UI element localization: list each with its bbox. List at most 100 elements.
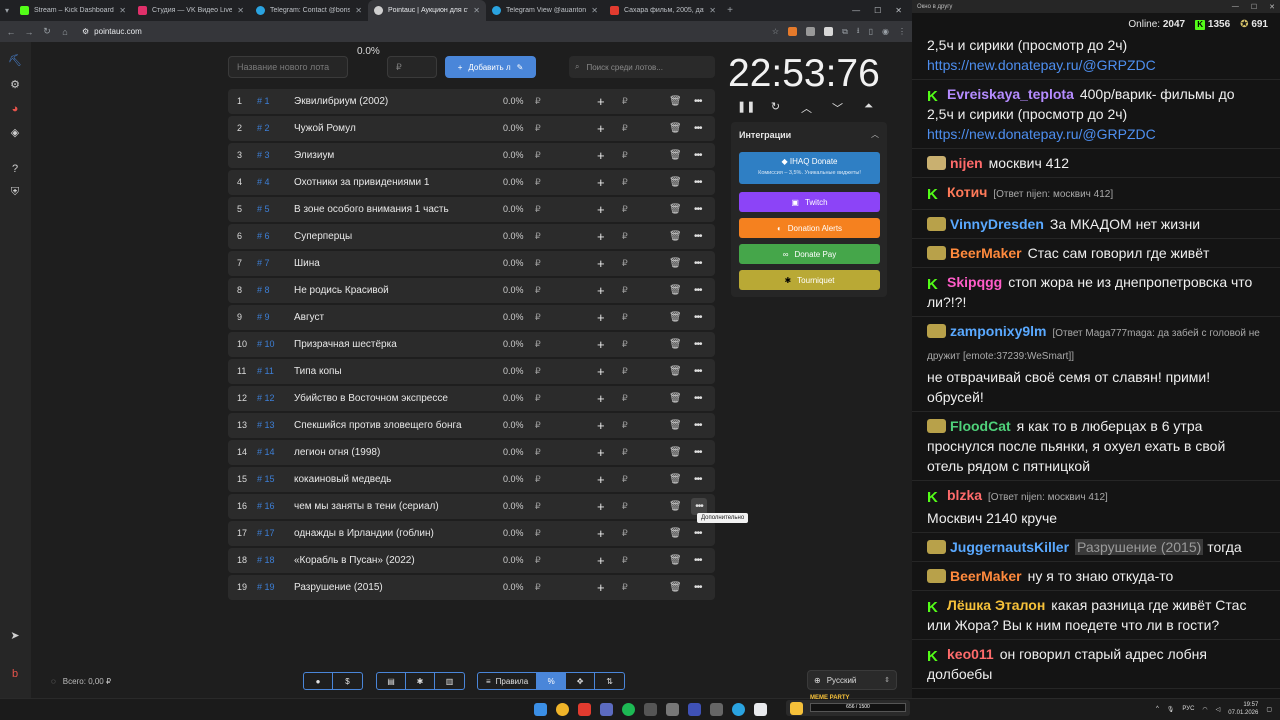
lot-add-amount-input[interactable]: ₽ [622,278,628,303]
lot-amount[interactable]: ₽ [535,332,541,357]
delete-icon[interactable]: 🗑 [669,413,682,438]
maximize-icon[interactable]: ☐ [874,6,881,15]
lot-row[interactable]: 5 # 5 В зоне особого внимания 1 часть 0.0% ₽… [228,197,715,222]
lot-name[interactable]: Убийство в Восточном экспрессе [294,386,448,411]
delete-icon[interactable]: 🗑 [669,332,682,357]
lot-row[interactable]: 17 # 17 однажды в Ирландии (гоблин) 0.0% ₽ + ₽… [228,521,715,546]
lot-id-link[interactable]: # 12 [257,386,275,411]
rules-button[interactable]: ≡ Правила [478,673,538,689]
extension-icon[interactable] [788,27,798,36]
add-amount-icon[interactable]: + [597,197,605,222]
chat-username[interactable]: FloodCat [950,418,1011,434]
lot-name[interactable]: Типа копы [294,359,342,384]
lot-search-input[interactable]: ⌕ Поиск среди лотов... [569,56,715,78]
lot-row[interactable]: 2 # 2 Чужой Ромул 0.0% ₽ + ₽ 🗑 ••• [228,116,715,141]
lot-id-link[interactable]: # 8 [257,278,270,303]
add-amount-icon[interactable]: + [597,386,605,411]
chat-username[interactable]: Котич [947,184,987,200]
lot-name[interactable]: Чужой Ромул [294,116,356,141]
lot-add-amount-input[interactable]: ₽ [622,170,628,195]
download-icon[interactable]: ⭳ [857,25,860,39]
delete-icon[interactable]: 🗑 [669,251,682,276]
lot-id-link[interactable]: # 2 [257,116,270,141]
more-icon[interactable]: ••• [694,197,702,222]
boosty-icon[interactable]: b [8,667,22,681]
add-amount-icon[interactable]: + [597,440,605,465]
tab-kick[interactable]: Stream – Kick Dashboard ✕ [14,0,132,21]
more-icon[interactable]: ••• [694,116,702,141]
add-amount-icon[interactable]: + [597,467,605,492]
chat-username[interactable]: Лёшка Эталон [947,597,1045,613]
lot-name[interactable]: однажды в Ирландии (гоблин) [294,521,434,546]
notifications-icon[interactable]: ▢ [1266,706,1272,713]
chevron-up-icon[interactable]: ︿ [871,129,879,140]
add-amount-icon[interactable]: + [597,575,605,600]
lot-name[interactable]: Элизиум [294,143,334,168]
decrease-time-icon[interactable]: ﹀ [830,100,845,116]
lot-add-amount-input[interactable]: ₽ [622,575,628,600]
lot-id-link[interactable]: # 17 [257,521,275,546]
lot-add-amount-input[interactable]: ₽ [622,332,628,357]
add-amount-icon[interactable]: + [597,548,605,573]
lot-add-amount-input[interactable]: ₽ [622,89,628,114]
add-amount-icon[interactable]: + [597,359,605,384]
lot-amount[interactable]: ₽ [535,386,541,411]
delete-icon[interactable]: 🗑 [669,440,682,465]
chat-username[interactable]: BeerMaker [950,245,1022,261]
minimize-icon[interactable]: — [1232,3,1239,11]
tab-search-icon[interactable]: ▾ [0,6,14,15]
lot-row[interactable]: 18 # 18 «Корабль в Пусан» (2022) 0.0% ₽ + ₽ 🗑 ••… [228,548,715,573]
app-icon[interactable] [710,703,723,716]
clear-button[interactable]: ▥ [435,673,464,689]
close-icon[interactable]: ✕ [355,6,362,15]
donate-pay-button[interactable]: ∞ Donate Pay [739,244,880,264]
lot-amount[interactable]: ₽ [535,143,541,168]
add-lot-button[interactable]: + Добавить л ✎ [445,56,536,78]
delete-icon[interactable]: 🗑 [669,575,682,600]
back-icon[interactable]: ← [6,27,16,37]
add-amount-icon[interactable]: + [597,332,605,357]
lot-row[interactable]: 11 # 11 Типа копы 0.0% ₽ + ₽ 🗑 ••• [228,359,715,384]
lot-add-amount-input[interactable]: ₽ [622,548,628,573]
keyboard-language[interactable]: РУС [1182,706,1194,712]
new-lot-name-input[interactable]: Название нового лота [228,56,348,78]
add-amount-icon[interactable]: + [597,224,605,249]
delete-icon[interactable]: 🗑 [669,467,682,492]
more-icon[interactable]: ••• [694,224,702,249]
add-amount-icon[interactable]: + [597,494,605,519]
close-icon[interactable]: ✕ [237,6,244,15]
add-amount-icon[interactable]: + [597,143,605,168]
new-tab-button[interactable]: + [722,5,738,16]
chat-username[interactable]: zamponixy9lm [950,323,1046,339]
lot-id-link[interactable]: # 7 [257,251,270,276]
auction-icon[interactable]: ⛏ [8,54,22,68]
more-icon[interactable]: ••• [694,170,702,195]
lot-amount[interactable]: ₽ [535,305,541,330]
chat-username[interactable]: Skipqgg [947,274,1002,290]
volume-icon[interactable]: ◁ [1216,706,1221,713]
wheel-icon[interactable]: ◕ [8,102,22,116]
lot-amount[interactable]: ₽ [535,548,541,573]
close-window-icon[interactable]: ✕ [1269,3,1275,11]
settings-gear-icon[interactable]: ⚙ [8,78,22,92]
delete-icon[interactable]: 🗑 [669,197,682,222]
lot-id-link[interactable]: # 18 [257,548,275,573]
lot-add-amount-input[interactable]: ₽ [622,251,628,276]
hide-eye-icon[interactable]: ◌ [51,677,56,686]
more-icon[interactable]: ••• [694,521,702,546]
layers-icon[interactable]: ◈ [8,126,22,140]
lot-amount[interactable]: ₽ [535,251,541,276]
more-icon[interactable]: ••• [694,143,702,168]
chat-username[interactable]: Evreiskaya_teplota [947,86,1074,102]
lot-id-link[interactable]: # 10 [257,332,275,357]
delete-icon[interactable]: 🗑 [669,143,682,168]
sidepanel-icon[interactable]: ▯ [869,27,873,36]
lot-add-amount-input[interactable]: ₽ [622,197,628,222]
lot-name[interactable]: В зоне особого внимания 1 часть [294,197,449,222]
lot-add-amount-input[interactable]: ₽ [622,494,628,519]
lot-add-amount-input[interactable]: ₽ [622,521,628,546]
profile-icon[interactable]: ◉ [882,27,889,36]
lot-name[interactable]: легион огня (1998) [294,440,380,465]
add-amount-icon[interactable]: + [597,305,605,330]
lot-add-amount-input[interactable]: ₽ [622,440,628,465]
